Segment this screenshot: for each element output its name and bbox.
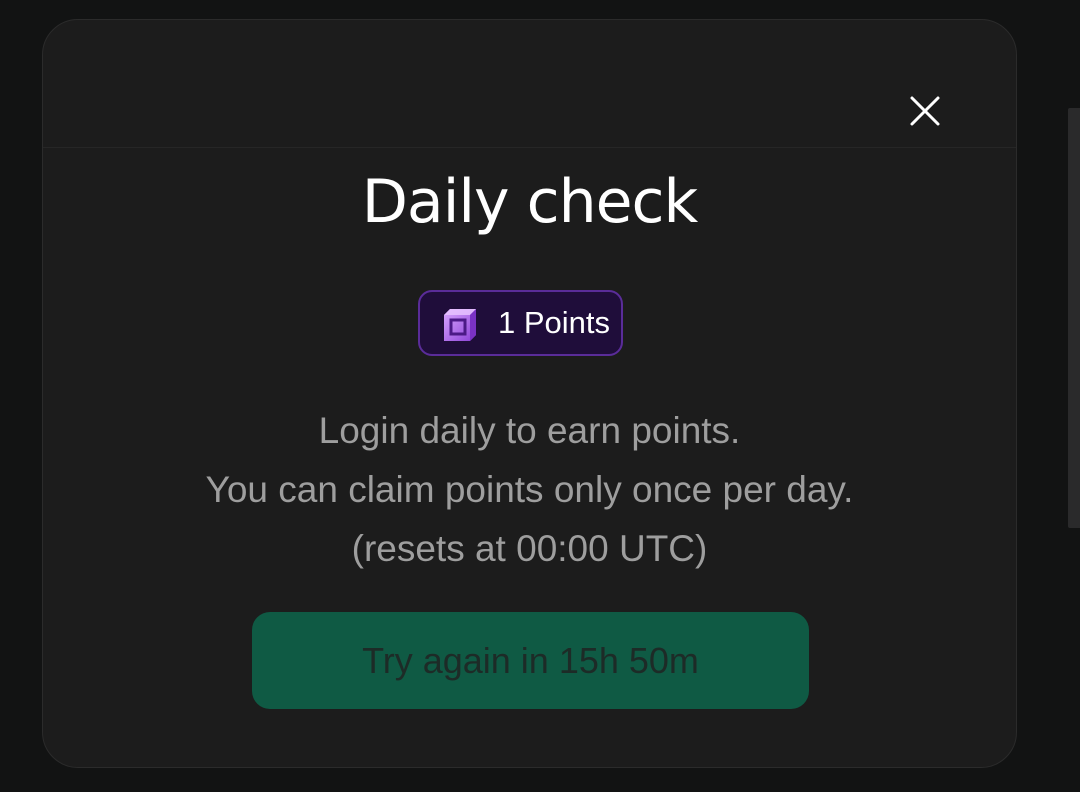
description-line: You can claim points only once per day. [205,469,854,510]
points-cube-icon [444,309,476,341]
header-divider [43,147,1016,148]
points-label: 1 Points [498,305,611,340]
description-line: (resets at 00:00 UTC) [351,528,708,569]
page: Daily check 1 Points Login daily to earn… [0,0,1080,792]
scrollbar[interactable] [1068,108,1080,528]
description-line: Login daily to earn points. [318,410,741,451]
daily-check-modal: Daily check 1 Points Login daily to earn… [42,19,1017,768]
close-icon [910,96,940,126]
modal-title: Daily check [361,167,699,237]
description: Login daily to earn points. You can clai… [43,401,1016,578]
points-badge: 1 Points [418,290,623,356]
try-again-button[interactable]: Try again in 15h 50m [252,612,809,709]
close-button[interactable] [905,91,945,131]
